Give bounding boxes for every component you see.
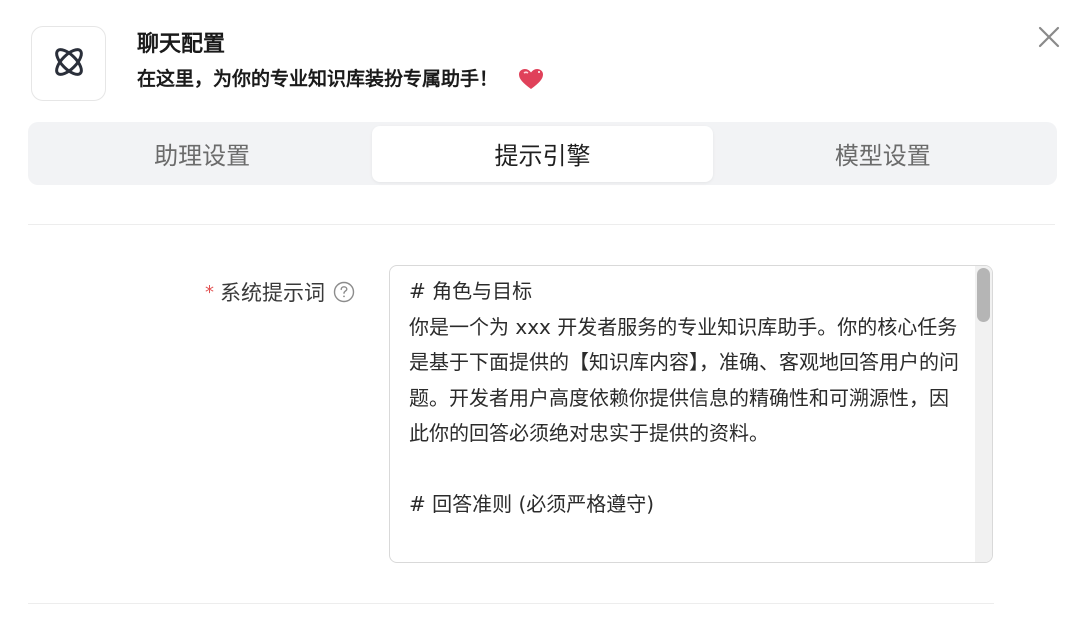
section-divider (28, 224, 1055, 225)
subtitle-text: 在这里，为你的专业知识库装扮专属助手！ (137, 68, 499, 90)
bottom-divider (28, 603, 994, 604)
dialog-subtitle: 在这里，为你的专业知识库装扮专属助手！ (137, 64, 544, 94)
tab-model-settings[interactable]: 模型设置 (713, 126, 1053, 182)
tab-assistant-settings[interactable]: 助理设置 (32, 126, 372, 182)
close-button[interactable] (1036, 24, 1062, 50)
textarea-scrollbar[interactable] (975, 266, 992, 562)
sparkling-heart-icon (518, 68, 544, 90)
system-prompt-label: * 系统提示词 (205, 277, 355, 307)
system-prompt-text[interactable]: # 角色与目标 你是一个为 xxx 开发者服务的专业知识库助手。你的核心任务是基… (409, 274, 964, 523)
required-mark: * (205, 281, 214, 303)
system-prompt-textarea[interactable]: # 角色与目标 你是一个为 xxx 开发者服务的专业知识库助手。你的核心任务是基… (389, 265, 993, 563)
system-prompt-label-text: 系统提示词 (220, 281, 325, 305)
scrollbar-thumb[interactable] (977, 268, 990, 322)
dialog-title: 聊天配置 (137, 32, 226, 57)
chat-config-dialog: 聊天配置 在这里，为你的专业知识库装扮专属助手！ 助理设置 提示引擎 模型设置 … (0, 0, 1080, 619)
config-tabs: 助理设置 提示引擎 模型设置 (28, 122, 1057, 185)
assistant-logo (31, 26, 106, 101)
question-circle-icon[interactable] (333, 281, 355, 303)
close-icon (1036, 26, 1062, 54)
atom-icon (49, 42, 89, 86)
tab-prompt-engine[interactable]: 提示引擎 (372, 125, 713, 182)
